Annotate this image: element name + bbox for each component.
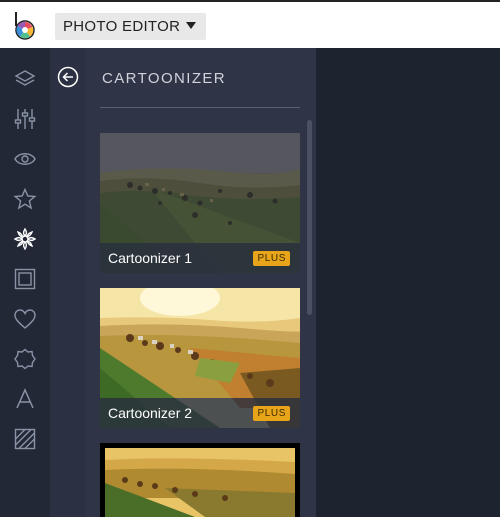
effect-card-cartoonizer-2[interactable]: Cartoonizer 2 PLUS bbox=[100, 288, 300, 428]
top-bar: PHOTO EDITOR bbox=[0, 0, 500, 48]
panel-title: CARTOONIZER bbox=[102, 70, 227, 87]
photo-editor-menu-button[interactable]: PHOTO EDITOR bbox=[55, 13, 206, 40]
star-icon[interactable] bbox=[13, 187, 37, 211]
canvas-area[interactable] bbox=[316, 48, 500, 517]
plus-badge: PLUS bbox=[253, 251, 290, 266]
plus-badge: PLUS bbox=[253, 406, 290, 421]
effect-card-cartoonizer-1[interactable]: Cartoonizer 1 PLUS bbox=[100, 133, 300, 273]
heart-icon[interactable] bbox=[13, 307, 37, 331]
cartoonizer-3-thumbnail bbox=[105, 448, 295, 517]
effects-flower-icon[interactable] bbox=[13, 227, 37, 251]
card-caption: Cartoonizer 2 PLUS bbox=[100, 398, 300, 428]
back-arrow-icon[interactable] bbox=[57, 66, 79, 88]
texture-icon[interactable] bbox=[13, 427, 37, 451]
app-logo-icon[interactable] bbox=[12, 12, 38, 42]
sliders-icon[interactable] bbox=[13, 107, 37, 131]
eye-icon[interactable] bbox=[13, 147, 37, 171]
panel-scrollbar[interactable] bbox=[307, 120, 312, 315]
panel-divider bbox=[100, 107, 300, 108]
shape-icon[interactable] bbox=[13, 347, 37, 371]
layers-icon[interactable] bbox=[13, 68, 37, 92]
effect-card-cartoonizer-3[interactable] bbox=[100, 443, 300, 517]
effect-name: Cartoonizer 2 bbox=[108, 405, 193, 421]
frame-icon[interactable] bbox=[13, 267, 37, 291]
photo-editor-menu-label: PHOTO EDITOR bbox=[63, 18, 181, 35]
card-caption: Cartoonizer 1 PLUS bbox=[100, 243, 300, 273]
text-icon[interactable] bbox=[13, 387, 37, 411]
caret-down-icon bbox=[186, 22, 196, 29]
tool-rail bbox=[0, 48, 50, 517]
effect-name: Cartoonizer 1 bbox=[108, 250, 193, 266]
